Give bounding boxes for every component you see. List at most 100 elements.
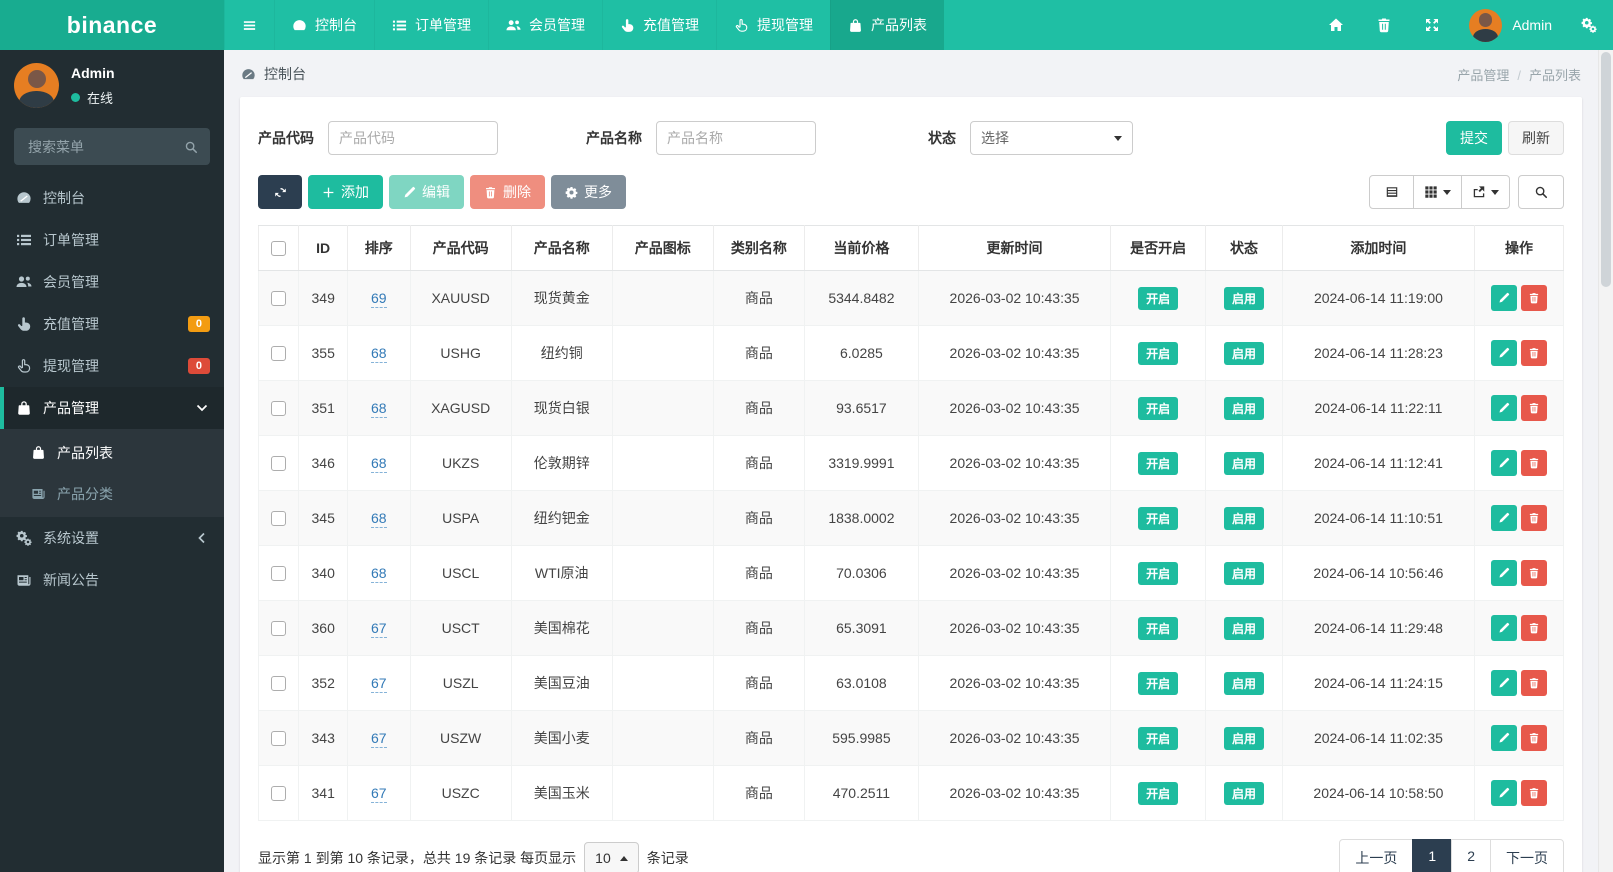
row-checkbox[interactable] bbox=[271, 345, 287, 361]
row-delete-button[interactable] bbox=[1520, 395, 1547, 421]
sort-link[interactable]: 67 bbox=[370, 785, 387, 803]
submit-button[interactable]: 提交 bbox=[1446, 121, 1502, 155]
sidebar-item-label: 提现管理 bbox=[43, 358, 99, 374]
add-button[interactable]: 添加 bbox=[308, 175, 383, 209]
row-edit-button[interactable] bbox=[1490, 560, 1517, 586]
settings-button[interactable] bbox=[1565, 0, 1613, 50]
sidebar-item-system-settings[interactable]: 系统设置 bbox=[0, 517, 224, 559]
edit-button[interactable]: 编辑 bbox=[389, 175, 464, 209]
row-delete-button[interactable] bbox=[1520, 505, 1547, 531]
row-checkbox[interactable] bbox=[271, 455, 287, 471]
page-button-1[interactable]: 1 bbox=[1412, 839, 1453, 872]
row-delete-button[interactable] bbox=[1520, 450, 1547, 476]
cell-status: 启用 bbox=[1205, 435, 1283, 491]
detail-view-button[interactable] bbox=[1369, 175, 1414, 209]
sidebar-item-news[interactable]: 新闻公告 bbox=[0, 559, 224, 601]
nav-item-withdrawals[interactable]: 提现管理 bbox=[716, 0, 830, 50]
row-checkbox[interactable] bbox=[271, 400, 287, 416]
sidebar-item-deposits[interactable]: 充值管理 0 bbox=[0, 303, 224, 345]
breadcrumb-parent[interactable]: 产品管理 bbox=[1457, 65, 1509, 84]
nav-item-deposits[interactable]: 充值管理 bbox=[602, 0, 716, 50]
row-edit-button[interactable] bbox=[1490, 725, 1517, 751]
sort-link[interactable]: 68 bbox=[370, 455, 387, 473]
row-checkbox[interactable] bbox=[271, 565, 287, 581]
avatar bbox=[14, 63, 59, 108]
sidebar-item-label: 充值管理 bbox=[43, 316, 99, 332]
status-select[interactable]: 选择 bbox=[970, 121, 1133, 155]
row-delete-button[interactable] bbox=[1520, 725, 1547, 751]
sidebar-item-product-list[interactable]: 产品列表 bbox=[0, 432, 224, 473]
export-icon bbox=[1472, 185, 1486, 199]
clear-cache-button[interactable] bbox=[1360, 0, 1408, 50]
row-checkbox[interactable] bbox=[271, 675, 287, 691]
sidebar-search-input[interactable] bbox=[26, 137, 176, 156]
cell-open: 开启 bbox=[1110, 490, 1207, 546]
status-badge: 启用 bbox=[1223, 726, 1264, 750]
row-delete-button[interactable] bbox=[1520, 670, 1547, 696]
sidebar-toggle-button[interactable] bbox=[224, 0, 274, 50]
row-edit-button[interactable] bbox=[1490, 505, 1517, 531]
sidebar-item-product-category[interactable]: 产品分类 bbox=[0, 473, 224, 514]
home-button[interactable] bbox=[1312, 0, 1360, 50]
table-search-button[interactable] bbox=[1518, 175, 1564, 209]
sidebar-item-members[interactable]: 会员管理 bbox=[0, 261, 224, 303]
news-icon bbox=[16, 572, 32, 588]
next-page-button[interactable]: 下一页 bbox=[1490, 839, 1564, 872]
row-checkbox[interactable] bbox=[271, 620, 287, 636]
cell-icon bbox=[611, 435, 714, 491]
row-checkbox[interactable] bbox=[271, 730, 287, 746]
row-delete-button[interactable] bbox=[1520, 285, 1547, 311]
delete-button[interactable]: 删除 bbox=[470, 175, 545, 209]
row-delete-button[interactable] bbox=[1520, 560, 1547, 586]
row-checkbox[interactable] bbox=[271, 510, 287, 526]
sort-link[interactable]: 68 bbox=[370, 400, 387, 418]
sidebar-item-withdrawals[interactable]: 提现管理 0 bbox=[0, 345, 224, 387]
sort-link[interactable]: 68 bbox=[370, 510, 387, 528]
export-dropdown-button[interactable] bbox=[1461, 175, 1510, 209]
scrollbar-track[interactable] bbox=[1598, 50, 1613, 872]
row-edit-button[interactable] bbox=[1490, 450, 1517, 476]
row-delete-button[interactable] bbox=[1520, 340, 1547, 366]
row-edit-button[interactable] bbox=[1490, 340, 1517, 366]
refresh-button[interactable]: 刷新 bbox=[1508, 121, 1564, 155]
more-button[interactable]: 更多 bbox=[551, 175, 626, 209]
records-summary: 显示第 1 到第 10 条记录，总共 19 条记录 每页显示 10 条记录 bbox=[258, 842, 689, 872]
nav-item-orders[interactable]: 订单管理 bbox=[374, 0, 488, 50]
select-all-checkbox[interactable] bbox=[271, 240, 287, 256]
reload-table-button[interactable] bbox=[258, 175, 302, 209]
row-edit-button[interactable] bbox=[1490, 285, 1517, 311]
sort-link[interactable]: 68 bbox=[370, 565, 387, 583]
row-delete-button[interactable] bbox=[1520, 780, 1547, 806]
sort-link[interactable]: 67 bbox=[370, 730, 387, 748]
sort-link[interactable]: 67 bbox=[370, 675, 387, 693]
nav-item-product-list[interactable]: 产品列表 bbox=[830, 0, 944, 50]
sidebar-item-product-management[interactable]: 产品管理 bbox=[0, 387, 224, 429]
sidebar-item-orders[interactable]: 订单管理 bbox=[0, 219, 224, 261]
scrollbar-thumb[interactable] bbox=[1601, 52, 1611, 287]
page-size-select[interactable]: 10 bbox=[584, 842, 639, 872]
nav-item-members[interactable]: 会员管理 bbox=[488, 0, 602, 50]
row-edit-button[interactable] bbox=[1490, 780, 1517, 806]
nav-item-dashboard[interactable]: 控制台 bbox=[274, 0, 374, 50]
row-checkbox[interactable] bbox=[271, 785, 287, 801]
row-edit-button[interactable] bbox=[1490, 670, 1517, 696]
row-checkbox[interactable] bbox=[271, 290, 287, 306]
name-input[interactable] bbox=[656, 121, 816, 155]
code-input[interactable] bbox=[328, 121, 498, 155]
prev-page-button[interactable]: 上一页 bbox=[1339, 839, 1414, 872]
sort-link[interactable]: 68 bbox=[370, 345, 387, 363]
brand-logo[interactable]: binance bbox=[0, 0, 224, 50]
sort-link[interactable]: 69 bbox=[370, 290, 387, 308]
row-edit-button[interactable] bbox=[1490, 615, 1517, 641]
columns-dropdown-button[interactable] bbox=[1413, 175, 1462, 209]
row-delete-button[interactable] bbox=[1520, 615, 1547, 641]
fullscreen-button[interactable] bbox=[1408, 0, 1456, 50]
column-header-4: 产品图标 bbox=[611, 225, 714, 271]
cell-actions bbox=[1473, 325, 1565, 381]
sort-link[interactable]: 67 bbox=[370, 620, 387, 638]
row-edit-button[interactable] bbox=[1490, 395, 1517, 421]
user-menu[interactable]: Admin bbox=[1456, 0, 1565, 50]
search-icon[interactable] bbox=[184, 140, 198, 154]
sidebar-item-dashboard[interactable]: 控制台 bbox=[0, 177, 224, 219]
page-button-2[interactable]: 2 bbox=[1451, 839, 1491, 872]
